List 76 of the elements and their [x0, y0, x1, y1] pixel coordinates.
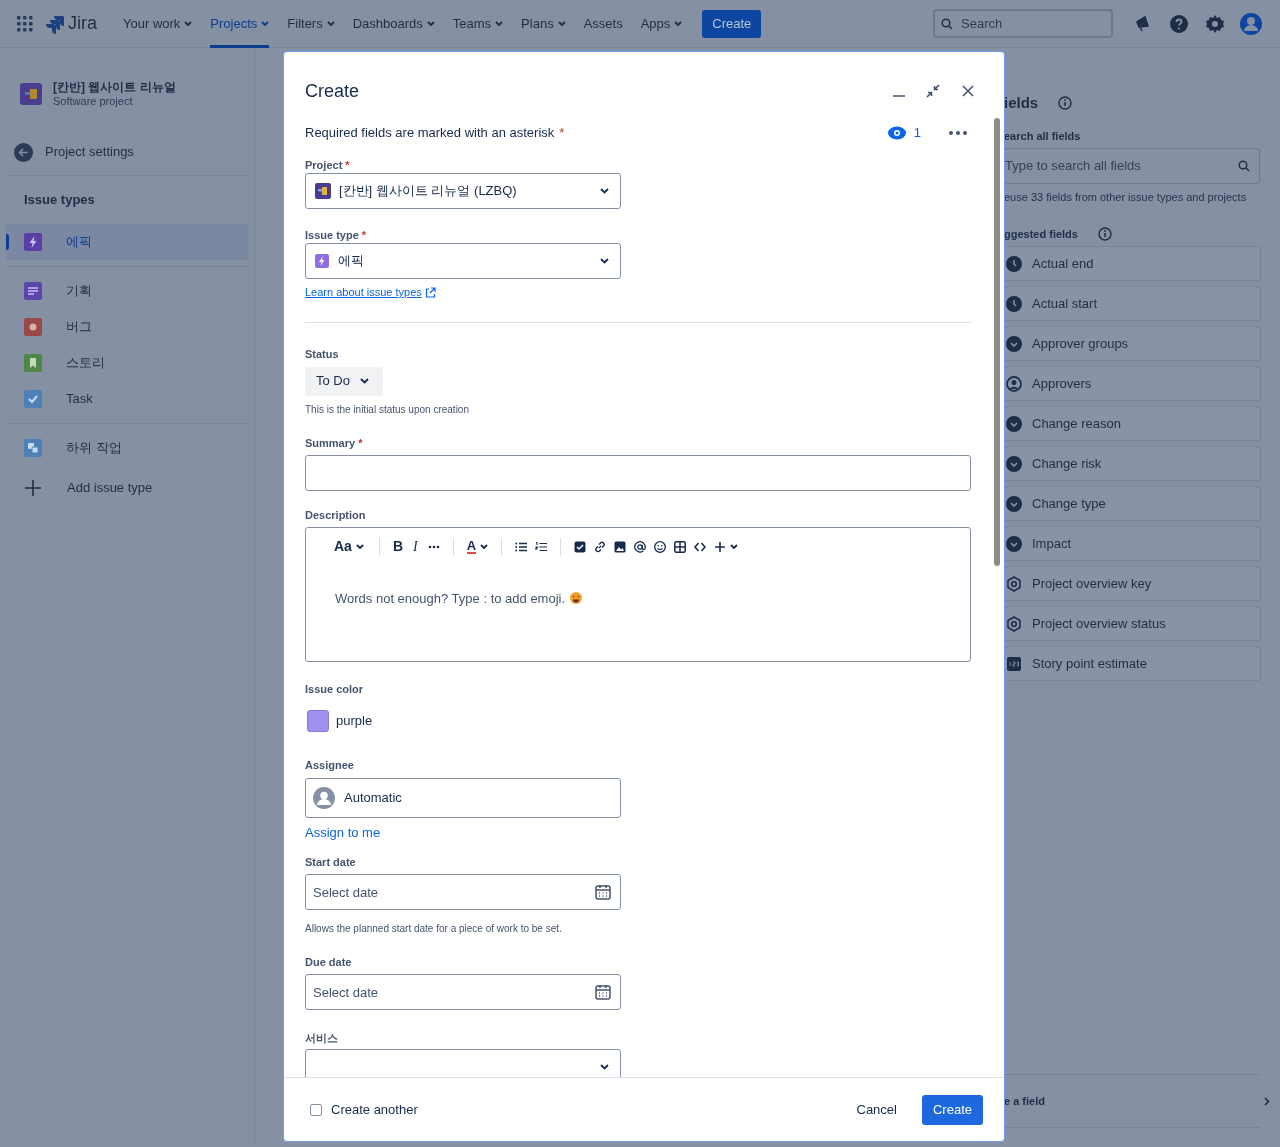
suggested-field[interactable]: Project overview key	[1004, 566, 1261, 601]
nav-item[interactable]: Plans	[521, 0, 566, 48]
italic-button[interactable]: I	[407, 534, 424, 559]
section-heading: Issue types	[23, 191, 96, 209]
dialog-title: Create	[305, 79, 361, 103]
status-button[interactable]: To Do	[305, 366, 383, 396]
nav-item[interactable]: Your work	[123, 0, 193, 48]
suggested-field[interactable]: Approvers	[1004, 366, 1261, 401]
search-field[interactable]: Search	[933, 9, 1113, 38]
field-label: Status	[305, 347, 339, 363]
hint-text: euse 33 fields from other issue types and projects	[1004, 189, 1248, 205]
issue-type-item[interactable]: Task	[6, 380, 248, 417]
required-asterisk: *	[345, 157, 350, 173]
project-type: Software project	[53, 95, 134, 108]
issue-type-item[interactable]: 하위 작업	[6, 429, 248, 466]
due-date-picker[interactable]: Select date	[305, 974, 621, 1010]
create-button[interactable]: Create	[702, 9, 762, 38]
color-name: purple	[336, 711, 373, 730]
suggested-field[interactable]: Change type	[1004, 486, 1261, 521]
required-asterisk: *	[358, 436, 363, 452]
field-search-input[interactable]: Type to search all fields	[1004, 147, 1260, 184]
suggested-field[interactable]: Actual end	[1004, 246, 1261, 281]
suggested-field[interactable]: Approver groups	[1004, 326, 1261, 361]
required-asterisk: *	[361, 227, 367, 243]
description-editor[interactable]: Aa B I A Words not enough? Type : to add emoji.	[305, 526, 971, 662]
issue-type-item[interactable]: 버그	[6, 308, 248, 345]
create-button[interactable]: Create	[921, 1094, 983, 1125]
help-text: This is the initial status upon creation	[305, 402, 470, 417]
nav-item[interactable]: Assets	[583, 0, 623, 48]
assign-to-me-link[interactable]: Assign to me	[305, 822, 381, 842]
learn-link[interactable]: Learn about issue types	[305, 284, 436, 301]
panel-title: ields	[1004, 92, 1039, 113]
suggested-field[interactable]: Change risk	[1004, 446, 1261, 481]
text-style-button[interactable]: Aa	[330, 534, 368, 559]
field-label: 서비스	[305, 1030, 338, 1046]
nav-item[interactable]: Filters	[287, 0, 335, 48]
start-date-picker[interactable]: Select date	[305, 874, 621, 910]
issue-type-item[interactable]: 기획	[6, 272, 248, 309]
text-color-button[interactable]: A	[462, 534, 493, 559]
bold-button[interactable]: B	[388, 534, 408, 559]
required-note: Required fields are marked with an asterisk	[305, 124, 555, 143]
field-label: Issue color	[305, 682, 364, 698]
issue-type-item[interactable]: 에픽	[6, 223, 248, 260]
editor-placeholder: Words not enough? Type : to add emoji.	[335, 589, 566, 608]
watch-button[interactable]: 1	[887, 123, 921, 143]
assignee-select[interactable]: Automatic	[305, 777, 621, 818]
create-field-link[interactable]: e a field	[1004, 1075, 1270, 1127]
cancel-button[interactable]: Cancel	[844, 1094, 909, 1125]
search-label: earch all fields	[1004, 129, 1082, 144]
nav-item[interactable]: Dashboards	[352, 0, 435, 48]
suggested-field[interactable]: Project overview status	[1004, 606, 1261, 641]
suggested-label: ggested fields	[1004, 226, 1078, 242]
issue-type-item[interactable]: 스토리	[6, 344, 248, 381]
field-label: Description	[305, 508, 366, 524]
checkbox-label: Create another	[331, 1100, 418, 1119]
help-text: Allows the planned start date for a piece of work to be set.	[305, 922, 563, 936]
issue-type-select[interactable]: 에픽	[305, 243, 621, 279]
suggested-field[interactable]: Actual start	[1004, 286, 1261, 321]
field-label: Start date	[305, 854, 356, 870]
suggested-field[interactable]: Impact	[1004, 526, 1261, 561]
suggested-field[interactable]: Change reason	[1004, 406, 1261, 441]
add-issue-type-button[interactable]: Add issue type	[0, 467, 254, 508]
field-label: Summary	[305, 436, 356, 452]
nav-item[interactable]: Teams	[452, 0, 504, 48]
project-select[interactable]: [칸반] 웹사이트 리뉴얼 (LZBQ)	[305, 173, 621, 209]
nav-item[interactable]: Apps	[640, 0, 683, 48]
nav-item[interactable]: Projects	[210, 0, 270, 48]
project-settings-link[interactable]: Project settings	[0, 132, 254, 172]
jira-logo[interactable]: Jira	[45, 10, 97, 37]
suggested-field[interactable]: Story point estimate	[1004, 646, 1261, 681]
field-label: Due date	[305, 954, 352, 970]
required-asterisk: *	[559, 124, 566, 143]
field-label: Project	[305, 157, 343, 173]
field-label: Issue type	[305, 227, 359, 243]
project-name: [칸반] 웹사이트 리뉴얼	[53, 80, 176, 95]
field-label: Assignee	[305, 758, 354, 774]
